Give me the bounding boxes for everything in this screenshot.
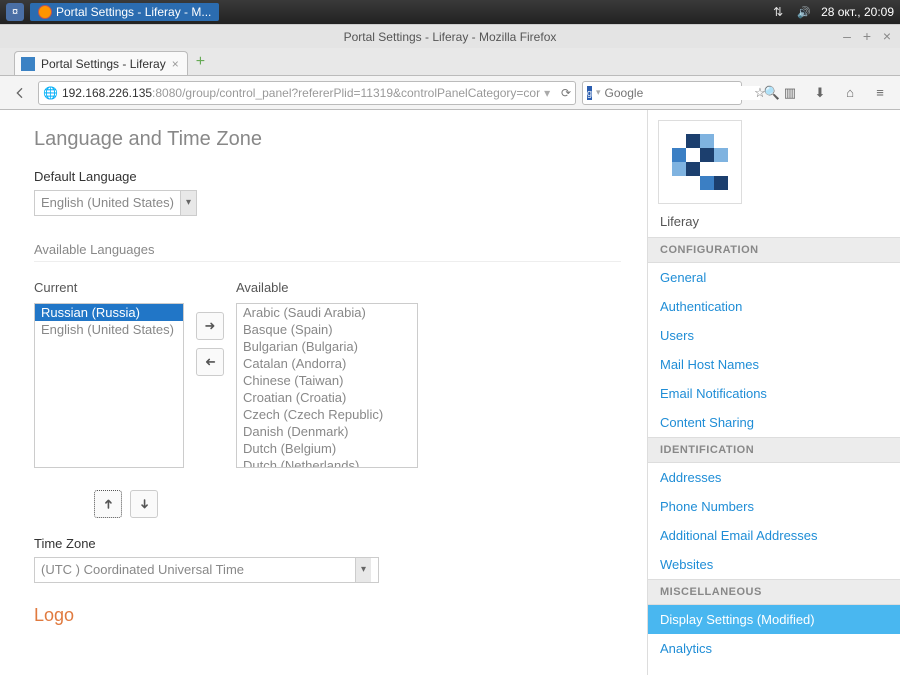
search-caret-icon[interactable]: ▾: [596, 87, 601, 98]
page-viewport: Language and Time Zone Default Language …: [0, 110, 900, 675]
current-languages-list[interactable]: Russian (Russia)English (United States): [34, 303, 184, 468]
downloads-button[interactable]: ⬇: [808, 81, 832, 105]
logo-section-heading: Logo: [34, 605, 621, 626]
list-item[interactable]: Dutch (Belgium): [237, 440, 417, 457]
sidebar-link[interactable]: Mail Host Names: [648, 350, 900, 379]
os-menu-icon[interactable]: ¤: [6, 3, 24, 21]
timezone-select[interactable]: (UTC ) Coordinated Universal Time▾: [34, 557, 379, 583]
tab-close-button[interactable]: ×: [172, 57, 179, 71]
default-language-value: English (United States): [35, 191, 180, 214]
bookmark-star-button[interactable]: ☆: [748, 81, 772, 105]
list-item[interactable]: English (United States): [35, 321, 183, 338]
list-item[interactable]: Basque (Spain): [237, 321, 417, 338]
back-button[interactable]: [8, 81, 32, 105]
firefox-icon: [38, 5, 52, 19]
tab-title: Portal Settings - Liferay: [41, 57, 166, 71]
network-icon[interactable]: [773, 5, 787, 19]
back-icon: [12, 85, 28, 101]
google-icon: g: [587, 86, 592, 100]
clock[interactable]: 28 окт., 20:09: [821, 5, 894, 19]
home-button[interactable]: ⌂: [838, 81, 862, 105]
move-down-button[interactable]: ➜: [130, 490, 158, 518]
url-path: :8080/group/control_panel?refererPlid=11…: [152, 86, 540, 100]
sidebar-link[interactable]: Users: [648, 321, 900, 350]
list-item[interactable]: Czech (Czech Republic): [237, 406, 417, 423]
list-item[interactable]: Chinese (Taiwan): [237, 372, 417, 389]
chevron-down-icon: ▾: [355, 558, 371, 582]
sidebar-link[interactable]: Display Settings (Modified): [648, 605, 900, 634]
browser-search[interactable]: g ▾ 🔍: [582, 81, 742, 105]
arrow-up-icon: ➜: [100, 499, 116, 510]
taskbar-app-firefox[interactable]: Portal Settings - Liferay - M...: [30, 3, 219, 21]
liferay-logo-icon: [672, 134, 728, 190]
system-tray: 28 окт., 20:09: [773, 5, 894, 19]
window-close-button[interactable]: ×: [880, 28, 894, 44]
dropdown-icon[interactable]: ▾: [544, 86, 550, 100]
list-item[interactable]: Bulgarian (Bulgaria): [237, 338, 417, 355]
arrow-down-icon: ➜: [136, 499, 152, 510]
sidebar-link[interactable]: Phone Numbers: [648, 492, 900, 521]
url-bar[interactable]: 🌐 192.168.226.135 :8080/group/control_pa…: [38, 81, 576, 105]
sidebar-section-header: MISCELLANEOUS: [648, 579, 900, 605]
sound-icon[interactable]: [797, 5, 811, 19]
sidebar-link[interactable]: Email Notifications: [648, 379, 900, 408]
taskbar-title: Portal Settings - Liferay - M...: [56, 5, 211, 19]
current-list-header: Current: [34, 280, 184, 295]
sidebar-section-header: CONFIGURATION: [648, 237, 900, 263]
menu-button[interactable]: ≡: [868, 81, 892, 105]
window-minimize-button[interactable]: –: [840, 28, 854, 44]
list-item[interactable]: Russian (Russia): [35, 304, 183, 321]
os-taskbar: ¤ Portal Settings - Liferay - M... 28 ок…: [0, 0, 900, 24]
language-dual-list: Current Russian (Russia)English (United …: [34, 280, 621, 468]
list-item[interactable]: Arabic (Saudi Arabia): [237, 304, 417, 321]
reorder-buttons: ➜ ➜: [94, 490, 621, 518]
portal-logo: [658, 120, 742, 204]
list-item[interactable]: Croatian (Croatia): [237, 389, 417, 406]
main-content: Language and Time Zone Default Language …: [0, 110, 647, 675]
move-left-button[interactable]: ➜: [196, 348, 224, 376]
chevron-down-icon: ▾: [180, 191, 196, 215]
timezone-label: Time Zone: [34, 536, 621, 551]
arrow-left-icon: ➜: [205, 354, 216, 370]
new-tab-button[interactable]: +: [196, 53, 205, 71]
portal-name: Liferay: [648, 214, 900, 237]
library-button[interactable]: ▥: [778, 81, 802, 105]
reload-button[interactable]: ⟳: [561, 86, 571, 100]
page-title: Language and Time Zone: [34, 128, 621, 151]
sidebar-link[interactable]: General: [648, 263, 900, 292]
window-title: Portal Settings - Liferay - Mozilla Fire…: [344, 30, 557, 44]
available-languages-heading: Available Languages: [34, 242, 621, 262]
default-language-select[interactable]: English (United States)▾: [34, 190, 197, 216]
arrow-right-icon: ➜: [205, 318, 216, 334]
sidebar-link[interactable]: Addresses: [648, 463, 900, 492]
settings-sidebar: Liferay CONFIGURATIONGeneralAuthenticati…: [647, 110, 900, 675]
list-item[interactable]: Dutch (Netherlands): [237, 457, 417, 468]
sidebar-link[interactable]: Additional Email Addresses: [648, 521, 900, 550]
move-up-button[interactable]: ➜: [94, 490, 122, 518]
browser-tab[interactable]: Portal Settings - Liferay ×: [14, 51, 188, 75]
available-list-header: Available: [236, 280, 418, 295]
globe-icon: 🌐: [43, 86, 58, 100]
sidebar-link[interactable]: Websites: [648, 550, 900, 579]
tab-favicon: [21, 57, 35, 71]
list-item[interactable]: Danish (Denmark): [237, 423, 417, 440]
list-item[interactable]: Catalan (Andorra): [237, 355, 417, 372]
window-titlebar: Portal Settings - Liferay - Mozilla Fire…: [0, 24, 900, 48]
window-maximize-button[interactable]: +: [860, 28, 874, 44]
available-languages-list[interactable]: Arabic (Saudi Arabia)Basque (Spain)Bulga…: [236, 303, 418, 468]
move-right-button[interactable]: ➜: [196, 312, 224, 340]
url-host: 192.168.226.135: [62, 86, 152, 100]
default-language-label: Default Language: [34, 169, 621, 184]
sidebar-link[interactable]: Content Sharing: [648, 408, 900, 437]
sidebar-link[interactable]: Authentication: [648, 292, 900, 321]
sidebar-section-header: IDENTIFICATION: [648, 437, 900, 463]
browser-toolbar: 🌐 192.168.226.135 :8080/group/control_pa…: [0, 76, 900, 110]
browser-tabbar: Portal Settings - Liferay × +: [0, 48, 900, 76]
timezone-value: (UTC ) Coordinated Universal Time: [35, 558, 355, 581]
sidebar-link[interactable]: Analytics: [648, 634, 900, 663]
search-input[interactable]: [605, 86, 760, 100]
